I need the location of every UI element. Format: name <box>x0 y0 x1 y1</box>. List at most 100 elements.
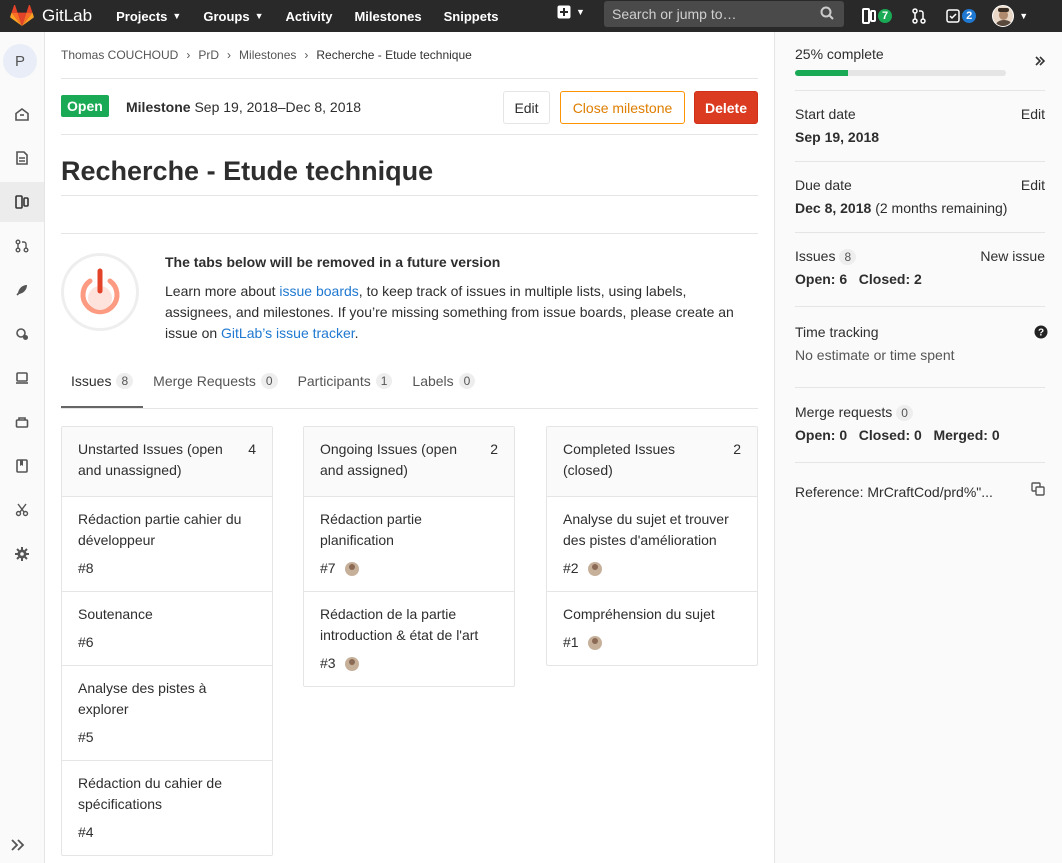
project-avatar[interactable]: P <box>3 44 37 78</box>
issue-card[interactable]: Rédaction du cahier de spécifications #4 <box>62 761 272 855</box>
collapse-right-sidebar-button[interactable] <box>1034 54 1046 70</box>
issue-title[interactable]: Rédaction de la partie introduction & ét… <box>320 604 498 646</box>
tab-count: 0 <box>458 373 476 389</box>
plus-square-icon <box>557 5 571 19</box>
todos-nav-button[interactable]: 2 <box>946 9 977 23</box>
new-issue-link[interactable]: New issue <box>980 248 1045 264</box>
issue-boards-link[interactable]: issue boards <box>279 283 358 299</box>
monitor-icon <box>16 372 28 384</box>
sidebar-item-settings[interactable] <box>0 534 44 574</box>
assignee-avatar[interactable] <box>587 635 602 650</box>
edit-start-date-link[interactable]: Edit <box>1021 106 1045 122</box>
time-tracking-label: Time tracking <box>795 324 879 340</box>
issues-nav-button[interactable]: 7 <box>862 8 893 24</box>
issues-label: Issues <box>795 248 836 264</box>
sidebar-item-operations[interactable] <box>0 314 44 354</box>
sidebar-item-repository[interactable] <box>0 138 44 178</box>
issue-number: #8 <box>78 560 94 576</box>
double-chevron-right-icon <box>11 839 25 851</box>
issue-card[interactable]: Analyse du sujet et trouver des pistes d… <box>547 497 757 592</box>
close-milestone-button[interactable]: Close milestone <box>560 91 685 124</box>
issues-icon <box>862 8 876 24</box>
todos-count-badge: 2 <box>962 9 977 23</box>
issue-title[interactable]: Analyse du sujet et trouver des pistes d… <box>563 509 741 551</box>
sidebar-item-issues[interactable] <box>0 182 44 222</box>
issue-title[interactable]: Compréhension du sujet <box>563 604 741 625</box>
edit-due-date-link[interactable]: Edit <box>1021 177 1045 193</box>
user-menu[interactable]: ▼ <box>992 5 1028 27</box>
tab-issues[interactable]: Issues 8 <box>61 364 144 408</box>
issue-title[interactable]: Rédaction du cahier de spécifications <box>78 773 256 815</box>
edit-button[interactable]: Edit <box>503 91 550 124</box>
nav-groups[interactable]: Groups ▼ <box>203 9 263 24</box>
sidebar-item-wiki[interactable] <box>0 446 44 486</box>
nav-milestones[interactable]: Milestones <box>354 9 421 24</box>
gitlab-logo[interactable]: GitLab <box>10 5 92 27</box>
search-placeholder: Search or jump to… <box>612 6 737 22</box>
cloud-gear-icon <box>16 328 28 340</box>
gear-icon <box>15 547 29 561</box>
chevron-down-icon: ▼ <box>172 11 182 21</box>
issue-card[interactable]: Soutenance #6 <box>62 592 272 666</box>
search-input[interactable]: Search or jump to… <box>604 1 844 27</box>
delete-button[interactable]: Delete <box>694 91 758 124</box>
sidebar-item-project[interactable] <box>0 94 44 134</box>
mr-closed[interactable]: Closed: 0 <box>859 427 922 443</box>
ongoing-issues-column: Ongoing Issues (open and assigned) 2 Réd… <box>303 426 515 687</box>
issue-card[interactable]: Rédaction partie cahier du développeur #… <box>62 497 272 592</box>
new-dropdown-button[interactable]: ▼ <box>557 5 585 19</box>
breadcrumb-sep: › <box>186 48 191 62</box>
tab-labels[interactable]: Labels 0 <box>402 364 485 408</box>
assignee-avatar[interactable] <box>344 656 359 671</box>
mr-open[interactable]: Open: 0 <box>795 427 847 443</box>
sidebar-item-packages[interactable] <box>0 402 44 442</box>
mr-count: 0 <box>896 405 913 421</box>
column-count: 4 <box>248 441 256 457</box>
tab-count: 8 <box>116 373 134 389</box>
issue-title[interactable]: Analyse des pistes à explorer <box>78 678 256 720</box>
nav-snippets[interactable]: Snippets <box>444 9 499 24</box>
package-icon <box>15 417 29 428</box>
sidebar-item-merge-requests[interactable] <box>0 226 44 266</box>
issue-card[interactable]: Analyse des pistes à explorer #5 <box>62 666 272 761</box>
sidebar-item-ci-cd[interactable] <box>0 270 44 310</box>
nav-projects[interactable]: Projects ▼ <box>116 9 181 24</box>
column-header: Unstarted Issues (open and unassigned) 4 <box>62 427 272 497</box>
issues-open[interactable]: Open: 6 <box>795 271 847 287</box>
issues-closed[interactable]: Closed: 2 <box>859 271 922 287</box>
breadcrumb-milestones[interactable]: Milestones <box>239 48 296 62</box>
nav-activity[interactable]: Activity <box>285 9 332 24</box>
issue-number: #1 <box>563 634 579 650</box>
issue-card[interactable]: Rédaction partie planification #7 <box>304 497 514 592</box>
todo-check-icon <box>946 9 960 23</box>
issue-title[interactable]: Rédaction partie cahier du développeur <box>78 509 256 551</box>
issue-title[interactable]: Rédaction partie planification <box>320 509 498 551</box>
tab-merge-requests[interactable]: Merge Requests 0 <box>143 364 287 408</box>
breadcrumb-current[interactable]: Recherche - Etude technique <box>316 48 471 62</box>
issue-title[interactable]: Soutenance <box>78 604 256 625</box>
divider <box>795 306 1045 307</box>
sidebar-item-environments[interactable] <box>0 358 44 398</box>
nav-activity-label: Activity <box>285 8 333 24</box>
mr-merged[interactable]: Merged: 0 <box>933 427 999 443</box>
merge-requests-nav-button[interactable] <box>912 8 926 24</box>
assignee-avatar[interactable] <box>344 561 359 576</box>
tab-participants[interactable]: Participants 1 <box>288 364 403 408</box>
help-icon[interactable]: ? <box>1034 325 1048 342</box>
brand-name: GitLab <box>42 6 93 25</box>
collapse-sidebar-button[interactable] <box>10 838 26 855</box>
search-icon <box>820 6 834 20</box>
breadcrumb-user[interactable]: Thomas COUCHOUD <box>61 48 178 62</box>
unstarted-issues-column: Unstarted Issues (open and unassigned) 4… <box>61 426 273 856</box>
assignee-avatar[interactable] <box>587 561 602 576</box>
user-avatar <box>992 5 1015 27</box>
main-nav: Projects ▼ Groups ▼ Activity Milestones Sn… <box>116 9 520 24</box>
divider <box>61 78 758 79</box>
issue-card[interactable]: Rédaction de la partie introduction & ét… <box>304 592 514 686</box>
sidebar-item-snippets[interactable] <box>0 490 44 530</box>
issue-card[interactable]: Compréhension du sujet #1 <box>547 592 757 665</box>
progress-bar <box>795 70 1006 76</box>
breadcrumb-project[interactable]: PrD <box>198 48 219 62</box>
copy-reference-button[interactable] <box>1031 482 1045 499</box>
issue-tracker-link[interactable]: GitLab’s issue tracker <box>221 325 355 341</box>
